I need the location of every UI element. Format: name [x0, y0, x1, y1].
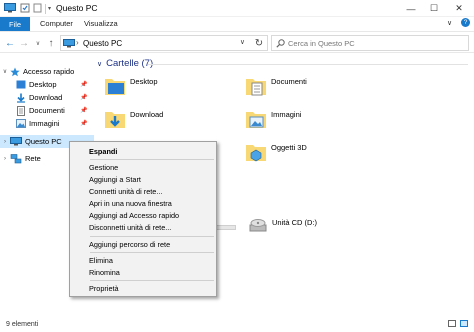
menu-item-gestione[interactable]: Gestione — [89, 163, 118, 172]
chevron-right-icon[interactable]: › — [0, 156, 10, 162]
menu-item-aggiungi-a-start[interactable]: Aggiungi a Start — [89, 175, 141, 184]
folder-label: Download — [130, 110, 164, 119]
details-view-icon[interactable] — [448, 320, 456, 327]
tab-visualizza[interactable]: Visualizza — [84, 19, 118, 28]
properties-icon[interactable] — [20, 3, 30, 13]
sidebar-item-label: Desktop — [29, 80, 57, 89]
chevron-down-icon[interactable]: ∨ — [0, 68, 10, 75]
folder-item-immagini[interactable]: Immagini — [245, 108, 301, 130]
pictures-folder-icon — [16, 119, 26, 128]
chevron-right-icon[interactable]: › — [0, 139, 10, 145]
folder-label: Desktop — [130, 77, 158, 86]
desktop-folder-icon — [104, 75, 126, 97]
search-input[interactable] — [288, 37, 463, 49]
pin-icon[interactable]: 📌 — [80, 107, 87, 114]
search-field[interactable] — [271, 35, 469, 51]
context-menu: Espandi Gestione Aggiungi a Start Connet… — [69, 141, 217, 297]
close-button[interactable]: ✕ — [448, 0, 470, 17]
menu-item-elimina[interactable]: Elimina — [89, 256, 113, 265]
address-input[interactable]: › Questo PC ∨ — [60, 35, 268, 51]
address-dropdown-icon[interactable]: ∨ — [240, 38, 245, 46]
expand-ribbon-icon[interactable]: ∨ — [447, 19, 452, 27]
sidebar-item-desktop[interactable]: Desktop 📌 — [0, 78, 94, 91]
desktop-folder-icon — [16, 80, 26, 89]
title-bar: ▾ Questo PC — ☐ ✕ — [0, 0, 474, 17]
documents-folder-icon — [16, 105, 26, 116]
help-icon[interactable]: ? — [461, 18, 470, 27]
quick-access-divider — [45, 4, 46, 14]
menu-item-apri-nuova-finestra[interactable]: Apri in una nuova finestra — [89, 199, 172, 208]
pc-icon — [63, 39, 75, 48]
tab-computer[interactable]: Computer — [40, 19, 73, 28]
sidebar-item-documenti[interactable]: Documenti 📌 — [0, 104, 94, 117]
minimize-button[interactable]: — — [400, 0, 422, 17]
group-header-folders[interactable]: ∨ Cartelle (7) — [97, 58, 153, 69]
sidebar-item-label: Accesso rapido — [23, 67, 75, 76]
menu-separator — [90, 159, 214, 160]
recent-locations-icon[interactable]: ∨ — [32, 37, 44, 49]
sidebar-item-accesso-rapido[interactable]: ∨ Accesso rapido — [0, 65, 94, 78]
status-item-count: 9 elementi — [6, 321, 39, 328]
menu-separator — [90, 236, 214, 237]
sidebar-item-download[interactable]: Download 📌 — [0, 91, 94, 104]
folder-item-oggetti-3d[interactable]: Oggetti 3D — [245, 141, 307, 163]
pictures-folder-icon — [245, 108, 267, 130]
documents-folder-icon — [245, 75, 267, 97]
folder-label: Oggetti 3D — [271, 143, 307, 152]
sidebar-item-immagini[interactable]: Immagini 📌 — [0, 117, 94, 130]
cd-drive-icon[interactable] — [248, 214, 268, 234]
pin-icon[interactable]: 📌 — [80, 94, 87, 101]
group-divider — [148, 64, 468, 65]
pc-icon — [10, 137, 22, 146]
pin-icon[interactable]: 📌 — [80, 120, 87, 127]
menu-item-aggiungi-accesso-rapido[interactable]: Aggiungi ad Accesso rapido — [89, 211, 179, 220]
drive-label[interactable]: Unità CD (D:) — [272, 218, 317, 227]
pin-icon[interactable]: 📌 — [80, 81, 87, 88]
drive-usage-bar — [214, 225, 236, 230]
folder-item-documenti[interactable]: Documenti — [245, 75, 307, 97]
menu-item-proprieta[interactable]: Proprietà — [89, 284, 119, 293]
menu-item-disconnetti-unita[interactable]: Disconnetti unità di rete... — [89, 223, 171, 232]
download-folder-icon — [104, 108, 126, 130]
window-title: Questo PC — [56, 3, 98, 13]
folder-item-download[interactable]: Download — [104, 108, 163, 130]
refresh-icon[interactable]: ↻ — [252, 36, 266, 50]
back-arrow-icon[interactable]: ← — [4, 37, 16, 49]
network-icon — [10, 153, 22, 164]
ribbon-tabs: File Computer Visualizza ∨ ? — [0, 17, 474, 31]
folder-label: Documenti — [271, 77, 307, 86]
address-toolbar: ← → ∨ ↑ › Questo PC ∨ ↻ — [0, 31, 474, 53]
large-icons-view-icon[interactable] — [460, 320, 468, 327]
new-folder-icon[interactable] — [33, 3, 43, 13]
menu-item-connetti-unita[interactable]: Connetti unità di rete... — [89, 187, 162, 196]
customize-quick-access-icon[interactable]: ▾ — [48, 5, 51, 12]
tab-file[interactable]: File — [0, 17, 30, 31]
menu-item-aggiungi-percorso-rete[interactable]: Aggiungi percorso di rete — [89, 240, 170, 249]
chevron-down-icon[interactable]: ∨ — [97, 60, 102, 68]
sidebar-item-label: Documenti — [29, 106, 65, 115]
folder-item-desktop[interactable]: Desktop — [104, 75, 158, 97]
download-folder-icon — [16, 93, 26, 103]
forward-arrow-icon[interactable]: → — [18, 37, 30, 49]
breadcrumb-questo-pc[interactable]: Questo PC — [83, 39, 122, 48]
sidebar-item-label: Download — [29, 93, 63, 102]
up-arrow-icon[interactable]: ↑ — [45, 37, 57, 49]
folder-label: Immagini — [271, 110, 302, 119]
menu-item-espandi[interactable]: Espandi — [89, 147, 117, 156]
maximize-button[interactable]: ☐ — [423, 0, 445, 17]
search-icon — [276, 39, 285, 48]
sidebar-item-label: Immagini — [29, 119, 60, 128]
menu-separator — [90, 280, 214, 281]
pc-icon — [4, 3, 16, 13]
group-title: Cartelle (7) — [106, 58, 154, 69]
3d-objects-folder-icon — [245, 141, 267, 163]
sidebar-item-label: Questo PC — [25, 137, 62, 146]
breadcrumb-separator[interactable]: › — [76, 38, 79, 47]
menu-item-rinomina[interactable]: Rinomina — [89, 268, 120, 277]
sidebar-item-label: Rete — [25, 154, 41, 163]
menu-separator — [90, 252, 214, 253]
star-icon — [10, 67, 20, 77]
